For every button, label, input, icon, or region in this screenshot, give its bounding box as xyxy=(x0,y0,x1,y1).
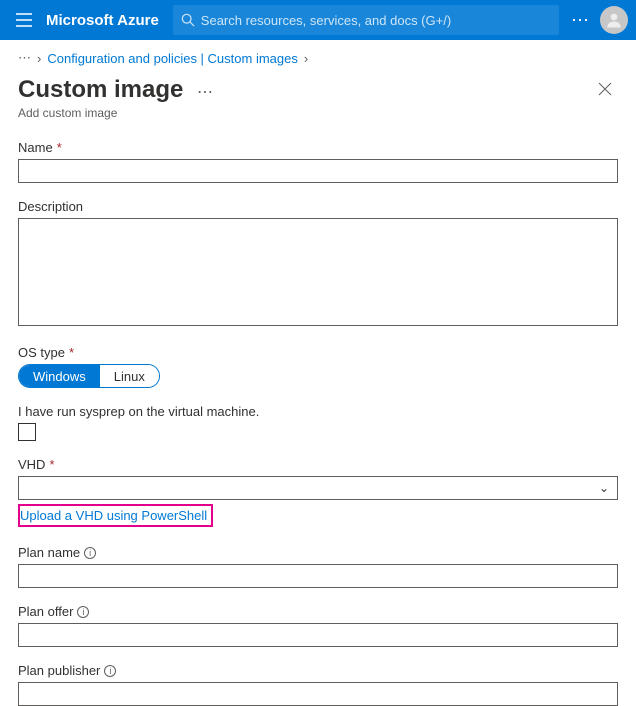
field-plan-publisher: Plan publisher i xyxy=(18,663,618,706)
plan-publisher-label: Plan publisher xyxy=(18,663,100,678)
breadcrumb-collapsed-icon[interactable]: ⋯ xyxy=(18,50,31,66)
topbar-right: ⋯ xyxy=(571,6,628,34)
azure-topbar: Microsoft Azure ⋯ xyxy=(0,0,636,40)
field-sysprep: I have run sysprep on the virtual machin… xyxy=(18,404,618,441)
plan-publisher-input[interactable] xyxy=(18,682,618,706)
field-name: Name * xyxy=(18,140,618,183)
chevron-down-icon: ⌄ xyxy=(599,481,609,495)
required-marker: * xyxy=(49,457,54,472)
vhd-label: VHD xyxy=(18,457,45,472)
field-plan-offer: Plan offer i xyxy=(18,604,618,647)
field-description: Description xyxy=(18,199,618,329)
plan-offer-input[interactable] xyxy=(18,623,618,647)
description-input[interactable] xyxy=(18,218,618,326)
required-marker: * xyxy=(69,345,74,360)
person-icon xyxy=(605,11,623,29)
field-plan-name: Plan name i xyxy=(18,545,618,588)
user-avatar[interactable] xyxy=(600,6,628,34)
plan-name-input[interactable] xyxy=(18,564,618,588)
ostype-toggle: Windows Linux xyxy=(18,364,160,388)
page-subtitle: Add custom image xyxy=(18,106,592,120)
upload-vhd-highlight: Upload a VHD using PowerShell xyxy=(18,504,213,527)
ostype-option-windows[interactable]: Windows xyxy=(19,365,100,387)
close-icon xyxy=(598,82,612,96)
name-input[interactable] xyxy=(18,159,618,183)
title-more-icon[interactable]: ⋯ xyxy=(197,84,214,101)
sysprep-checkbox[interactable] xyxy=(18,423,36,441)
topbar-more-icon[interactable]: ⋯ xyxy=(571,10,590,31)
name-label: Name xyxy=(18,140,53,155)
search-input[interactable] xyxy=(201,13,551,28)
search-icon xyxy=(181,13,195,27)
ostype-option-linux[interactable]: Linux xyxy=(100,365,159,387)
page-title: Custom image xyxy=(18,76,183,104)
brand-label: Microsoft Azure xyxy=(46,12,159,29)
description-label: Description xyxy=(18,199,83,214)
global-search[interactable] xyxy=(173,5,559,35)
ostype-label: OS type xyxy=(18,345,65,360)
hamburger-menu[interactable] xyxy=(8,4,40,36)
sysprep-label: I have run sysprep on the virtual machin… xyxy=(18,404,618,419)
info-icon[interactable]: i xyxy=(84,547,96,559)
breadcrumb-link-custom-images[interactable]: Configuration and policies | Custom imag… xyxy=(47,51,298,66)
plan-offer-label: Plan offer xyxy=(18,604,73,619)
field-vhd: VHD * ⌄ Upload a VHD using PowerShell xyxy=(18,457,618,527)
custom-image-form: Name * Description OS type * Windows Lin… xyxy=(0,120,636,706)
info-icon[interactable]: i xyxy=(104,665,116,677)
panel-header: Custom image ⋯ Add custom image xyxy=(0,70,636,120)
close-button[interactable] xyxy=(592,76,618,102)
plan-name-label: Plan name xyxy=(18,545,80,560)
menu-icon xyxy=(16,13,32,27)
chevron-right-icon: › xyxy=(304,51,308,66)
vhd-select[interactable]: ⌄ xyxy=(18,476,618,500)
breadcrumb: ⋯ › Configuration and policies | Custom … xyxy=(0,40,636,70)
upload-vhd-link[interactable]: Upload a VHD using PowerShell xyxy=(20,508,207,523)
required-marker: * xyxy=(57,140,62,155)
chevron-right-icon: › xyxy=(37,51,41,66)
field-ostype: OS type * Windows Linux xyxy=(18,345,618,388)
info-icon[interactable]: i xyxy=(77,606,89,618)
